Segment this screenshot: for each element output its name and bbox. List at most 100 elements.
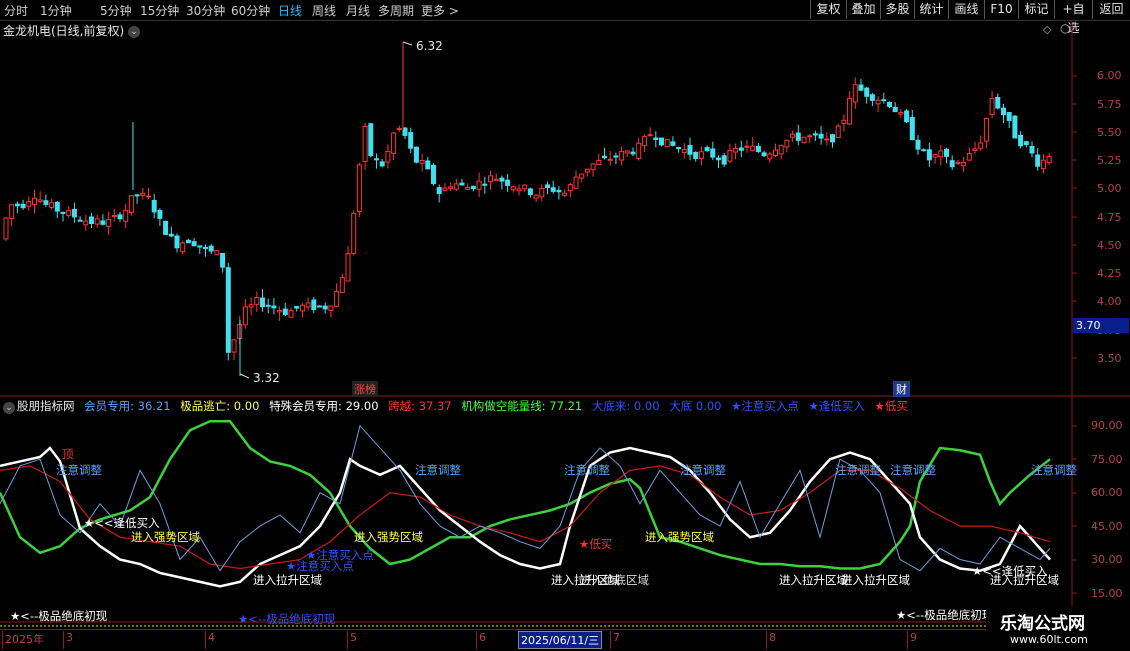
candle-body [761,152,767,157]
candle-body [887,101,892,107]
candle-body [881,99,887,102]
candle-body [961,162,967,167]
candle-body [784,139,790,148]
ind-value-attention-buy: ★注意买入点 [731,399,799,413]
candle-body [584,168,590,173]
settings-icon[interactable]: ⌄ [3,402,15,414]
candle-body [727,150,733,162]
candle-body [465,186,471,190]
candle-body [277,310,283,313]
price-axis-label: 4.25 [1097,267,1122,280]
finance-tag[interactable]: 财 [893,381,910,397]
candle-body [716,157,721,161]
watermark-name: 乐淘公式网 [1000,614,1085,634]
candle-body [1018,134,1024,147]
candle-body [425,160,431,170]
candle-body [864,87,870,97]
candle-body [305,302,311,308]
candle-body [54,201,60,212]
candle-body [744,145,750,148]
candle-body [1046,155,1052,164]
ind-value-cross: 跨越: 37.37 [388,399,452,413]
candle-body [562,192,568,196]
candle-body [721,155,727,165]
attention-buy-label: ★注意买入点 [286,559,354,573]
candle-body [60,211,66,214]
candle-body [1040,159,1046,170]
date-tick: 8 [766,631,776,649]
candle-body [659,137,664,146]
candle-body [1012,115,1018,139]
candle-body [77,219,83,222]
candle-body [955,161,961,164]
candle-body [687,145,693,155]
candle-body [254,297,260,305]
date-tick: 5 [347,631,357,649]
candle-body [459,182,465,186]
candle-body [801,136,807,144]
date-tick: 4 [205,631,215,649]
candle-body [505,179,511,186]
candle-body [396,128,402,131]
candle-body [317,305,322,308]
candle-body [356,164,362,212]
candle-body [413,146,419,163]
candle-body [174,235,180,249]
candle-body [482,183,488,186]
candle-body [533,194,539,199]
candle-body [271,305,277,309]
price-axis-label: 3.50 [1097,352,1122,365]
candle-body [624,150,630,154]
candle-body [453,183,459,190]
candle-body [983,117,989,142]
candle-body [755,145,761,153]
date-cursor: 2025/06/11/三 [518,631,603,649]
candle-body [527,188,533,196]
candle-body [185,239,191,244]
indicator-axis-label: 60.00 [1091,486,1123,499]
enter-strong-label: 进入强势区域 [354,530,423,544]
candle-body [203,246,208,249]
candle-body [852,84,858,103]
candle-body [841,119,847,124]
candle-body [248,304,254,308]
candle-body [231,339,237,353]
candle-body [915,139,921,150]
indicator-axis-label: 30.00 [1091,553,1123,566]
ind-value-escape: 极品逃亡: 0.00 [180,399,260,413]
candlestick-series [3,42,1052,376]
candle-body [567,184,573,192]
candle-body [573,176,579,189]
price-axis-label: 5.75 [1097,98,1122,111]
candle-body [322,305,328,310]
candle-body [157,209,163,219]
candle-body [869,94,875,101]
date-tick: 2025年 [2,631,44,649]
candle-body [151,199,157,213]
candle-body [311,299,317,311]
candle-body [676,147,682,150]
candle-body [858,84,864,91]
candle-body [385,150,391,163]
candle-body [442,187,448,192]
candle-body [773,149,778,156]
candle-body [391,132,397,154]
candle-body [698,151,704,159]
price-axis-label: 5.50 [1097,126,1122,139]
high-marker-text: 6.32 [416,39,443,53]
candle-body [345,253,351,282]
candle-body [408,131,414,149]
candle-body [1035,154,1041,167]
candle-body [664,138,670,148]
indicator-axis-label: 45.00 [1091,520,1123,533]
candle-body [835,125,841,139]
candle-body [949,160,955,168]
date-axis: 2025年 3 4 5 6 7 8 9 2025/06/11/三 [0,629,1072,651]
bottom-appear-label: ★<--极品绝底初现 [896,608,994,622]
watermark: 乐淘公式网 www.60lt.com [986,606,1130,650]
indicator-name[interactable]: 股朋指标网 [17,399,75,413]
candle-body [368,123,374,156]
zhangbang-tag[interactable]: 涨榜 [352,381,378,397]
candle-body [545,184,550,188]
enter-rise-label: 进入拉升区域 [779,573,848,587]
